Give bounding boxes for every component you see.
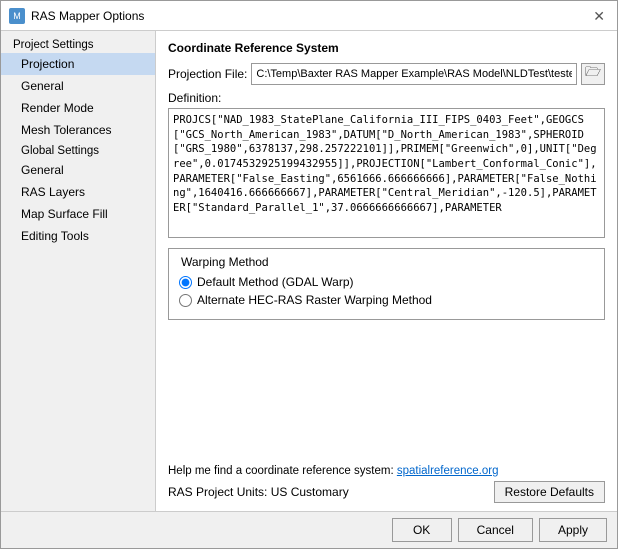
title-bar-left: M RAS Mapper Options	[9, 8, 144, 24]
apply-button[interactable]: Apply	[539, 518, 607, 542]
sidebar-item-mesh-tolerances[interactable]: Mesh Tolerances	[1, 119, 155, 141]
sidebar: Project Settings Projection General Rend…	[1, 31, 156, 511]
spacer	[168, 330, 605, 465]
warping-option-default: Default Method (GDAL Warp)	[179, 275, 594, 289]
units-row: RAS Project Units: US Customary Restore …	[168, 481, 605, 503]
projection-input[interactable]	[251, 63, 577, 85]
sidebar-item-general-bottom[interactable]: General	[1, 159, 155, 181]
units-label: RAS Project Units: US Customary	[168, 485, 349, 499]
sidebar-item-ras-layers[interactable]: RAS Layers	[1, 181, 155, 203]
cancel-button[interactable]: Cancel	[458, 518, 533, 542]
definition-label: Definition:	[168, 91, 605, 105]
help-text: Help me find a coordinate reference syst…	[168, 465, 394, 477]
help-link[interactable]: spatialreference.org	[397, 465, 499, 477]
sidebar-item-editing-tools[interactable]: Editing Tools	[1, 225, 155, 247]
sidebar-item-render-mode[interactable]: Render Mode	[1, 97, 155, 119]
warping-option-alternate: Alternate HEC-RAS Raster Warping Method	[179, 293, 594, 307]
main-window: M RAS Mapper Options ✕ Project Settings …	[0, 0, 618, 549]
browse-button[interactable]: 🗁	[581, 63, 605, 85]
main-content: Project Settings Projection General Rend…	[1, 31, 617, 511]
app-icon: M	[9, 8, 25, 24]
sidebar-item-map-surface-fill[interactable]: Map Surface Fill	[1, 203, 155, 225]
projection-label: Projection File:	[168, 67, 247, 81]
project-settings-header: Project Settings	[1, 35, 155, 53]
section-title: Coordinate Reference System	[168, 41, 605, 55]
warping-radio-alternate[interactable]	[179, 294, 192, 307]
warping-label-alternate: Alternate HEC-RAS Raster Warping Method	[197, 293, 432, 307]
warping-radio-default[interactable]	[179, 276, 192, 289]
bottom-bar: OK Cancel Apply	[1, 511, 617, 548]
close-button[interactable]: ✕	[589, 9, 609, 23]
warping-label-default: Default Method (GDAL Warp)	[197, 275, 354, 289]
window-title: RAS Mapper Options	[31, 9, 144, 23]
help-row: Help me find a coordinate reference syst…	[168, 465, 605, 477]
warping-legend: Warping Method	[179, 255, 594, 269]
definition-box: PROJCS["NAD_1983_StatePlane_California_I…	[168, 108, 605, 238]
content-area: Coordinate Reference System Projection F…	[156, 31, 617, 511]
sidebar-item-projection[interactable]: Projection	[1, 53, 155, 75]
restore-defaults-button[interactable]: Restore Defaults	[494, 481, 605, 503]
warping-group: Warping Method Default Method (GDAL Warp…	[168, 248, 605, 320]
projection-file-row: Projection File: 🗁	[168, 63, 605, 85]
ok-button[interactable]: OK	[392, 518, 452, 542]
sidebar-item-general-top[interactable]: General	[1, 75, 155, 97]
global-settings-header: Global Settings	[1, 141, 155, 159]
title-bar: M RAS Mapper Options ✕	[1, 1, 617, 31]
